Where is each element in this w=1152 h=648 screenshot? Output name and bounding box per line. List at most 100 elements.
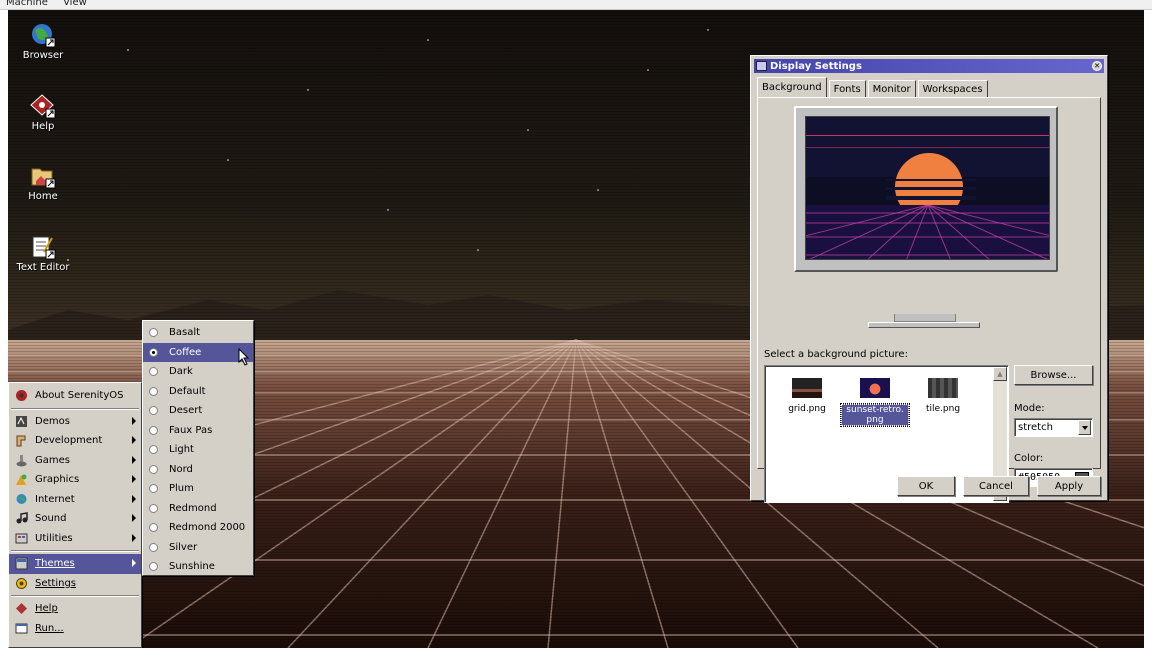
menu-item-help[interactable]: Help xyxy=(9,599,141,619)
cancel-button[interactable]: Cancel xyxy=(963,476,1029,496)
submenu-arrow-icon xyxy=(132,559,136,567)
display-settings-icon xyxy=(756,61,767,71)
theme-item[interactable]: Silver xyxy=(143,538,253,558)
theme-item[interactable]: Basalt xyxy=(143,323,253,343)
menu-item-development[interactable]: Development xyxy=(9,431,141,451)
menu-item-themes[interactable]: Themes xyxy=(9,554,141,574)
chevron-down-icon[interactable] xyxy=(1078,420,1091,435)
tab-background[interactable]: Background xyxy=(757,77,827,97)
menu-item-internet[interactable]: Internet xyxy=(9,490,141,510)
picture-item-tile[interactable]: tile.png xyxy=(909,378,977,414)
theme-item[interactable]: Faux Pas xyxy=(143,421,253,441)
tab-fonts[interactable]: Fonts xyxy=(828,80,866,97)
picture-item-sunset-retro[interactable]: sunset-retro. png xyxy=(840,378,910,427)
desktop-icon-text-editor[interactable]: Text Editor xyxy=(11,234,75,273)
host-menubar: Machine View xyxy=(0,0,1152,10)
picture-item-grid[interactable]: grid.png xyxy=(773,378,841,414)
serenity-logo-icon xyxy=(15,389,28,402)
browser-icon xyxy=(30,22,56,48)
image-thumbnail-icon xyxy=(860,378,890,398)
theme-item[interactable]: Nord xyxy=(143,460,253,480)
help-icon xyxy=(15,602,28,615)
host-menu-view[interactable]: View xyxy=(57,0,93,8)
start-menu: About SerenityOS Demos Development Games… xyxy=(8,382,142,648)
run-icon xyxy=(15,622,28,635)
desktop-icon-help[interactable]: Help xyxy=(11,93,75,132)
menu-item-utilities[interactable]: Utilities xyxy=(9,529,141,549)
tab-bar: Background Fonts Monitor Workspaces xyxy=(757,77,990,97)
radio-icon xyxy=(149,406,158,415)
desktop-icon-label: Help xyxy=(31,121,55,132)
tab-workspaces[interactable]: Workspaces xyxy=(917,80,988,97)
radio-icon xyxy=(149,484,158,493)
menu-item-about[interactable]: About SerenityOS xyxy=(9,386,141,406)
browse-button[interactable]: Browse... xyxy=(1014,365,1093,385)
utilities-icon xyxy=(15,532,28,545)
monitor-neck xyxy=(894,314,956,322)
theme-item[interactable]: Plum xyxy=(143,479,253,499)
window-titlebar[interactable]: Display Settings ✕ xyxy=(754,59,1104,73)
ok-button[interactable]: OK xyxy=(897,476,955,496)
window-title: Display Settings xyxy=(770,60,862,72)
mode-value: stretch xyxy=(1018,422,1053,433)
mouse-cursor-icon xyxy=(238,348,250,366)
radio-icon xyxy=(149,445,158,454)
menu-separator xyxy=(11,407,139,410)
scroll-up-icon[interactable]: ▲ xyxy=(993,367,1007,381)
close-button[interactable]: ✕ xyxy=(1092,61,1102,71)
home-folder-icon xyxy=(30,163,56,189)
theme-item[interactable]: Redmond 2000 xyxy=(143,518,253,538)
menu-separator xyxy=(11,595,139,597)
theme-item[interactable]: Light xyxy=(143,440,253,460)
image-thumbnail-icon xyxy=(928,378,958,398)
desktop-icon-home[interactable]: Home xyxy=(11,163,75,202)
menu-separator xyxy=(11,550,139,552)
themes-icon xyxy=(15,557,28,570)
monitor-base xyxy=(868,322,980,328)
radio-icon xyxy=(149,503,158,513)
frame-right xyxy=(1144,10,1152,648)
select-picture-label: Select a background picture: xyxy=(764,349,908,360)
graphics-icon xyxy=(15,473,28,486)
help-icon xyxy=(30,93,56,119)
host-menu-machine[interactable]: Machine xyxy=(0,0,54,8)
menu-item-run[interactable]: Run... xyxy=(9,619,141,639)
frame-left xyxy=(0,10,8,648)
theme-item[interactable]: Sunshine xyxy=(143,557,253,577)
radio-checked-icon xyxy=(149,347,158,357)
theme-item[interactable]: Dark xyxy=(143,362,253,382)
desktop-icon-label: Browser xyxy=(22,50,64,61)
menu-item-demos[interactable]: Demos xyxy=(9,412,141,432)
radio-icon xyxy=(149,542,158,552)
desktop-icon-browser[interactable]: Browser xyxy=(11,22,75,61)
theme-item[interactable]: Desert xyxy=(143,401,253,421)
radio-icon xyxy=(149,523,158,532)
theme-item[interactable]: Default xyxy=(143,382,253,402)
menu-item-games[interactable]: Games xyxy=(9,451,141,471)
menu-item-sound[interactable]: Sound xyxy=(9,509,141,529)
demos-icon xyxy=(15,415,28,428)
submenu-arrow-icon xyxy=(132,533,136,542)
submenu-arrow-icon xyxy=(132,475,136,483)
theme-item[interactable]: Redmond xyxy=(143,499,253,519)
tab-monitor[interactable]: Monitor xyxy=(867,80,916,97)
development-icon xyxy=(15,434,28,447)
radio-icon xyxy=(149,464,158,474)
mode-combobox[interactable]: stretch xyxy=(1014,418,1093,437)
mode-label: Mode: xyxy=(1014,403,1045,414)
menu-item-settings[interactable]: Settings xyxy=(9,574,141,594)
menu-item-graphics[interactable]: Graphics xyxy=(9,470,141,490)
submenu-arrow-icon xyxy=(132,416,136,425)
theme-item-selected[interactable]: Coffee xyxy=(143,342,253,362)
apply-button[interactable]: Apply xyxy=(1037,476,1101,496)
settings-icon xyxy=(15,577,28,590)
display-settings-window: Display Settings ✕ Background Fonts Moni… xyxy=(750,55,1108,503)
radio-icon xyxy=(149,425,158,435)
submenu-arrow-icon xyxy=(132,514,136,522)
color-label: Color: xyxy=(1014,453,1044,464)
submenu-arrow-icon xyxy=(132,494,136,503)
desktop-icon-label: Text Editor xyxy=(16,262,70,273)
wallpaper-preview xyxy=(805,116,1050,260)
radio-icon xyxy=(149,328,158,337)
radio-icon xyxy=(149,367,158,376)
